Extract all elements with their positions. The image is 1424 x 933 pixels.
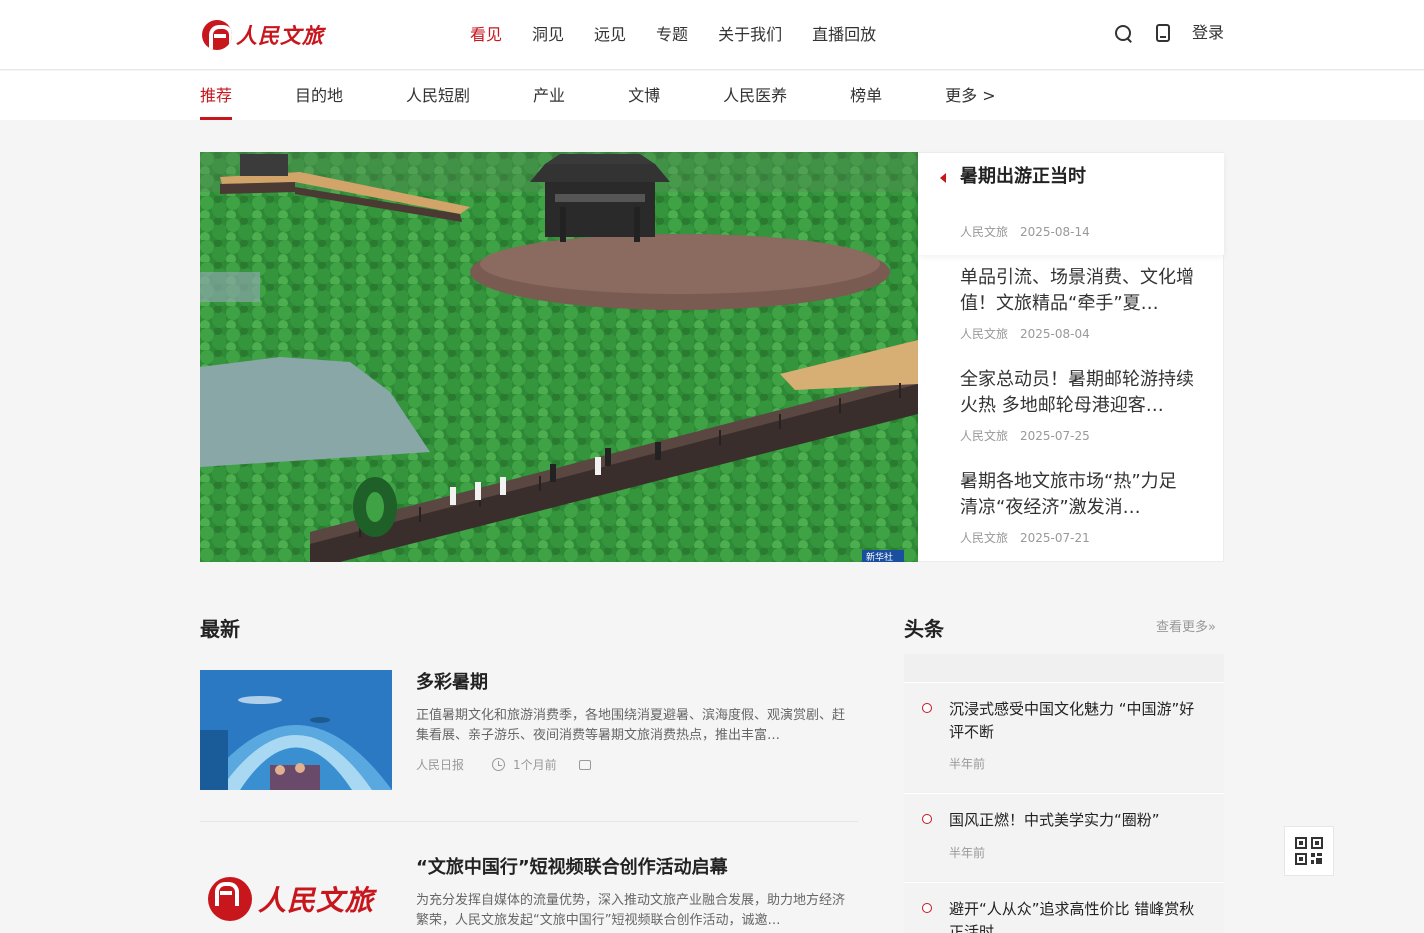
hero-item-source: 人民文旅 bbox=[960, 225, 1009, 239]
headline-title: 沉浸式感受中国文化魅力 “中国游”好评不断 bbox=[949, 700, 1195, 741]
news-meta: 人民日报 1个月前 bbox=[416, 756, 856, 773]
logo-mark-icon bbox=[202, 20, 232, 50]
hero-item-date: 2025-08-14 bbox=[1020, 225, 1090, 239]
headline-item[interactable]: 避开“人从众”追求高性价比 错峰赏秋正活时 bbox=[904, 882, 1224, 933]
hero-item-source: 人民文旅 bbox=[960, 327, 1009, 341]
news-body: 多彩暑期 正值暑期文化和旅游消费季，各地围绕消夏避暑、滨海度假、观演赏剧、赶集看… bbox=[416, 670, 856, 773]
headline-time: 半年前 bbox=[949, 846, 986, 860]
main-nav-item-yuanjian[interactable]: 远见 bbox=[594, 24, 626, 46]
active-indicator-icon bbox=[940, 173, 946, 183]
hero-item[interactable]: 全家总动员！暑期邮轮游持续火热 多地邮轮母港迎客… 人民文旅 2025-07-25 bbox=[960, 367, 1200, 444]
hero-item[interactable]: 暑期各地文旅市场“热”力足 清凉“夜经济”激发消… 人民文旅 2025-07-21 bbox=[960, 469, 1200, 546]
hero-item-meta: 人民文旅 2025-07-25 bbox=[960, 427, 1200, 444]
login-link[interactable]: 登录 bbox=[1192, 22, 1224, 44]
news-time: 1个月前 bbox=[513, 758, 557, 772]
news-source: 人民日报 bbox=[416, 758, 465, 772]
hero-item-meta: 人民文旅 2025-08-14 bbox=[960, 223, 1200, 240]
timeline-dot-icon bbox=[922, 703, 932, 713]
hero-item-date: 2025-07-25 bbox=[1020, 429, 1090, 443]
headlines-list: 沉浸式感受中国文化魅力 “中国游”好评不断 半年前 国风正燃！中式美学实力“圈粉… bbox=[904, 654, 1224, 933]
news-divider bbox=[200, 821, 858, 822]
hero-item-title: 全家总动员！暑期邮轮游持续火热 多地邮轮母港迎客… bbox=[960, 369, 1194, 416]
hero-item-title: 暑期各地文旅市场“热”力足 清凉“夜经济”激发消… bbox=[960, 471, 1177, 518]
main-nav-item-about[interactable]: 关于我们 bbox=[718, 24, 782, 46]
clock-icon bbox=[492, 758, 506, 771]
timeline-dot-icon bbox=[922, 814, 932, 824]
logo-text: 人民文旅 bbox=[236, 23, 324, 48]
hero-item-meta: 人民文旅 2025-08-04 bbox=[960, 325, 1200, 342]
hero-item-source: 人民文旅 bbox=[960, 429, 1009, 443]
comment-icon[interactable] bbox=[578, 759, 591, 770]
headlines-section-title: 头条 bbox=[904, 617, 944, 641]
lotus-pond-illustration: 新华社 bbox=[200, 152, 918, 562]
timeline-dot-icon bbox=[922, 903, 932, 913]
main-nav: 看见 洞见 远见 专题 关于我们 直播回放 bbox=[470, 24, 906, 46]
qr-code-icon bbox=[1295, 837, 1323, 865]
top-header: 人民文旅 看见 洞见 远见 专题 关于我们 直播回放 登录 bbox=[0, 0, 1424, 70]
news-item[interactable]: 多彩暑期 正值暑期文化和旅游消费季，各地围绕消夏避暑、滨海度假、观演赏剧、赶集看… bbox=[200, 670, 858, 800]
hero-item[interactable]: 暑期出游正当时 人民文旅 2025-08-14 bbox=[960, 164, 1200, 240]
news-thumbnail[interactable]: 人民文旅 bbox=[200, 855, 392, 933]
view-more-link[interactable]: 查看更多» bbox=[1156, 616, 1216, 635]
news-thumbnail[interactable] bbox=[200, 670, 392, 790]
channel-tab-health[interactable]: 人民医养 bbox=[723, 85, 787, 107]
headline-title: 避开“人从众”追求高性价比 错峰赏秋正活时 bbox=[949, 900, 1195, 933]
news-description: 正值暑期文化和旅游消费季，各地围绕消夏避暑、滨海度假、观演赏剧、赶集看展、亲子游… bbox=[416, 708, 846, 743]
hero-item[interactable]: 单品引流、场景消费、文化增值！文旅精品“牵手”夏… 人民文旅 2025-08-04 bbox=[960, 265, 1200, 342]
hero-image-badge: 新华社 bbox=[866, 551, 893, 562]
main-nav-item-kanjian[interactable]: 看见 bbox=[470, 24, 502, 46]
news-title[interactable]: 多彩暑期 bbox=[416, 670, 856, 696]
channel-nav: 推荐 目的地 人民短剧 产业 文博 人民医养 榜单 更多 > bbox=[200, 85, 1059, 120]
channel-tab-short-drama[interactable]: 人民短剧 bbox=[406, 85, 470, 107]
channel-tab-industry[interactable]: 产业 bbox=[533, 85, 565, 107]
main-nav-item-live-replay[interactable]: 直播回放 bbox=[812, 24, 876, 46]
qr-code-button[interactable] bbox=[1284, 826, 1334, 876]
header-tools: 登录 bbox=[1114, 22, 1224, 44]
search-icon[interactable] bbox=[1114, 24, 1132, 42]
news-body: “文旅中国行”短视频联合创作活动启幕 为充分发挥自媒体的流量优势，深入推动文旅产… bbox=[416, 855, 856, 931]
hero-item-meta: 人民文旅 2025-07-21 bbox=[960, 529, 1200, 546]
channel-tab-destination[interactable]: 目的地 bbox=[295, 85, 343, 107]
latest-section-title: 最新 bbox=[200, 617, 240, 641]
channel-tab-rankings[interactable]: 榜单 bbox=[850, 85, 882, 107]
aquarium-tunnel-illustration bbox=[200, 670, 392, 790]
headline-title: 国风正燃！中式美学实力“圈粉” bbox=[949, 811, 1160, 829]
hero-item-source: 人民文旅 bbox=[960, 531, 1009, 545]
hero-item-date: 2025-08-04 bbox=[1020, 327, 1090, 341]
headline-item[interactable]: 沉浸式感受中国文化魅力 “中国游”好评不断 半年前 bbox=[904, 682, 1224, 792]
main-nav-item-zhuanti[interactable]: 专题 bbox=[656, 24, 688, 46]
phone-icon[interactable] bbox=[1155, 24, 1170, 42]
news-description: 为充分发挥自媒体的流量优势，深入推动文旅产业融合发展，助力地方经济繁荣，人民文旅… bbox=[416, 893, 846, 928]
thumb-logo-text: 人民文旅 bbox=[258, 884, 375, 917]
main-nav-item-dongjian[interactable]: 洞见 bbox=[532, 24, 564, 46]
hero-image-lotus-pond[interactable]: 新华社 bbox=[200, 152, 918, 562]
logo-mark-icon bbox=[208, 877, 252, 921]
hero-item-title: 暑期出游正当时 bbox=[960, 166, 1086, 187]
news-title[interactable]: “文旅中国行”短视频联合创作活动启幕 bbox=[416, 855, 856, 881]
channel-tab-more[interactable]: 更多 > bbox=[945, 85, 996, 107]
hero-item-title: 单品引流、场景消费、文化增值！文旅精品“牵手”夏… bbox=[960, 267, 1194, 314]
headline-item[interactable]: 国风正燃！中式美学实力“圈粉” 半年前 bbox=[904, 793, 1224, 881]
site-logo[interactable]: 人民文旅 bbox=[202, 18, 324, 52]
hero-item-date: 2025-07-21 bbox=[1020, 531, 1090, 545]
channel-tab-museum[interactable]: 文博 bbox=[628, 85, 660, 107]
channel-tab-recommend[interactable]: 推荐 bbox=[200, 85, 233, 120]
headline-time: 半年前 bbox=[949, 757, 986, 771]
channel-bar: 推荐 目的地 人民短剧 产业 文博 人民医养 榜单 更多 > bbox=[0, 71, 1424, 120]
hero-side-list: 暑期出游正当时 人民文旅 2025-08-14 单品引流、场景消费、文化增值！文旅… bbox=[918, 152, 1224, 562]
news-item[interactable]: 人民文旅 “文旅中国行”短视频联合创作活动启幕 为充分发挥自媒体的流量优势，深入… bbox=[200, 855, 858, 933]
